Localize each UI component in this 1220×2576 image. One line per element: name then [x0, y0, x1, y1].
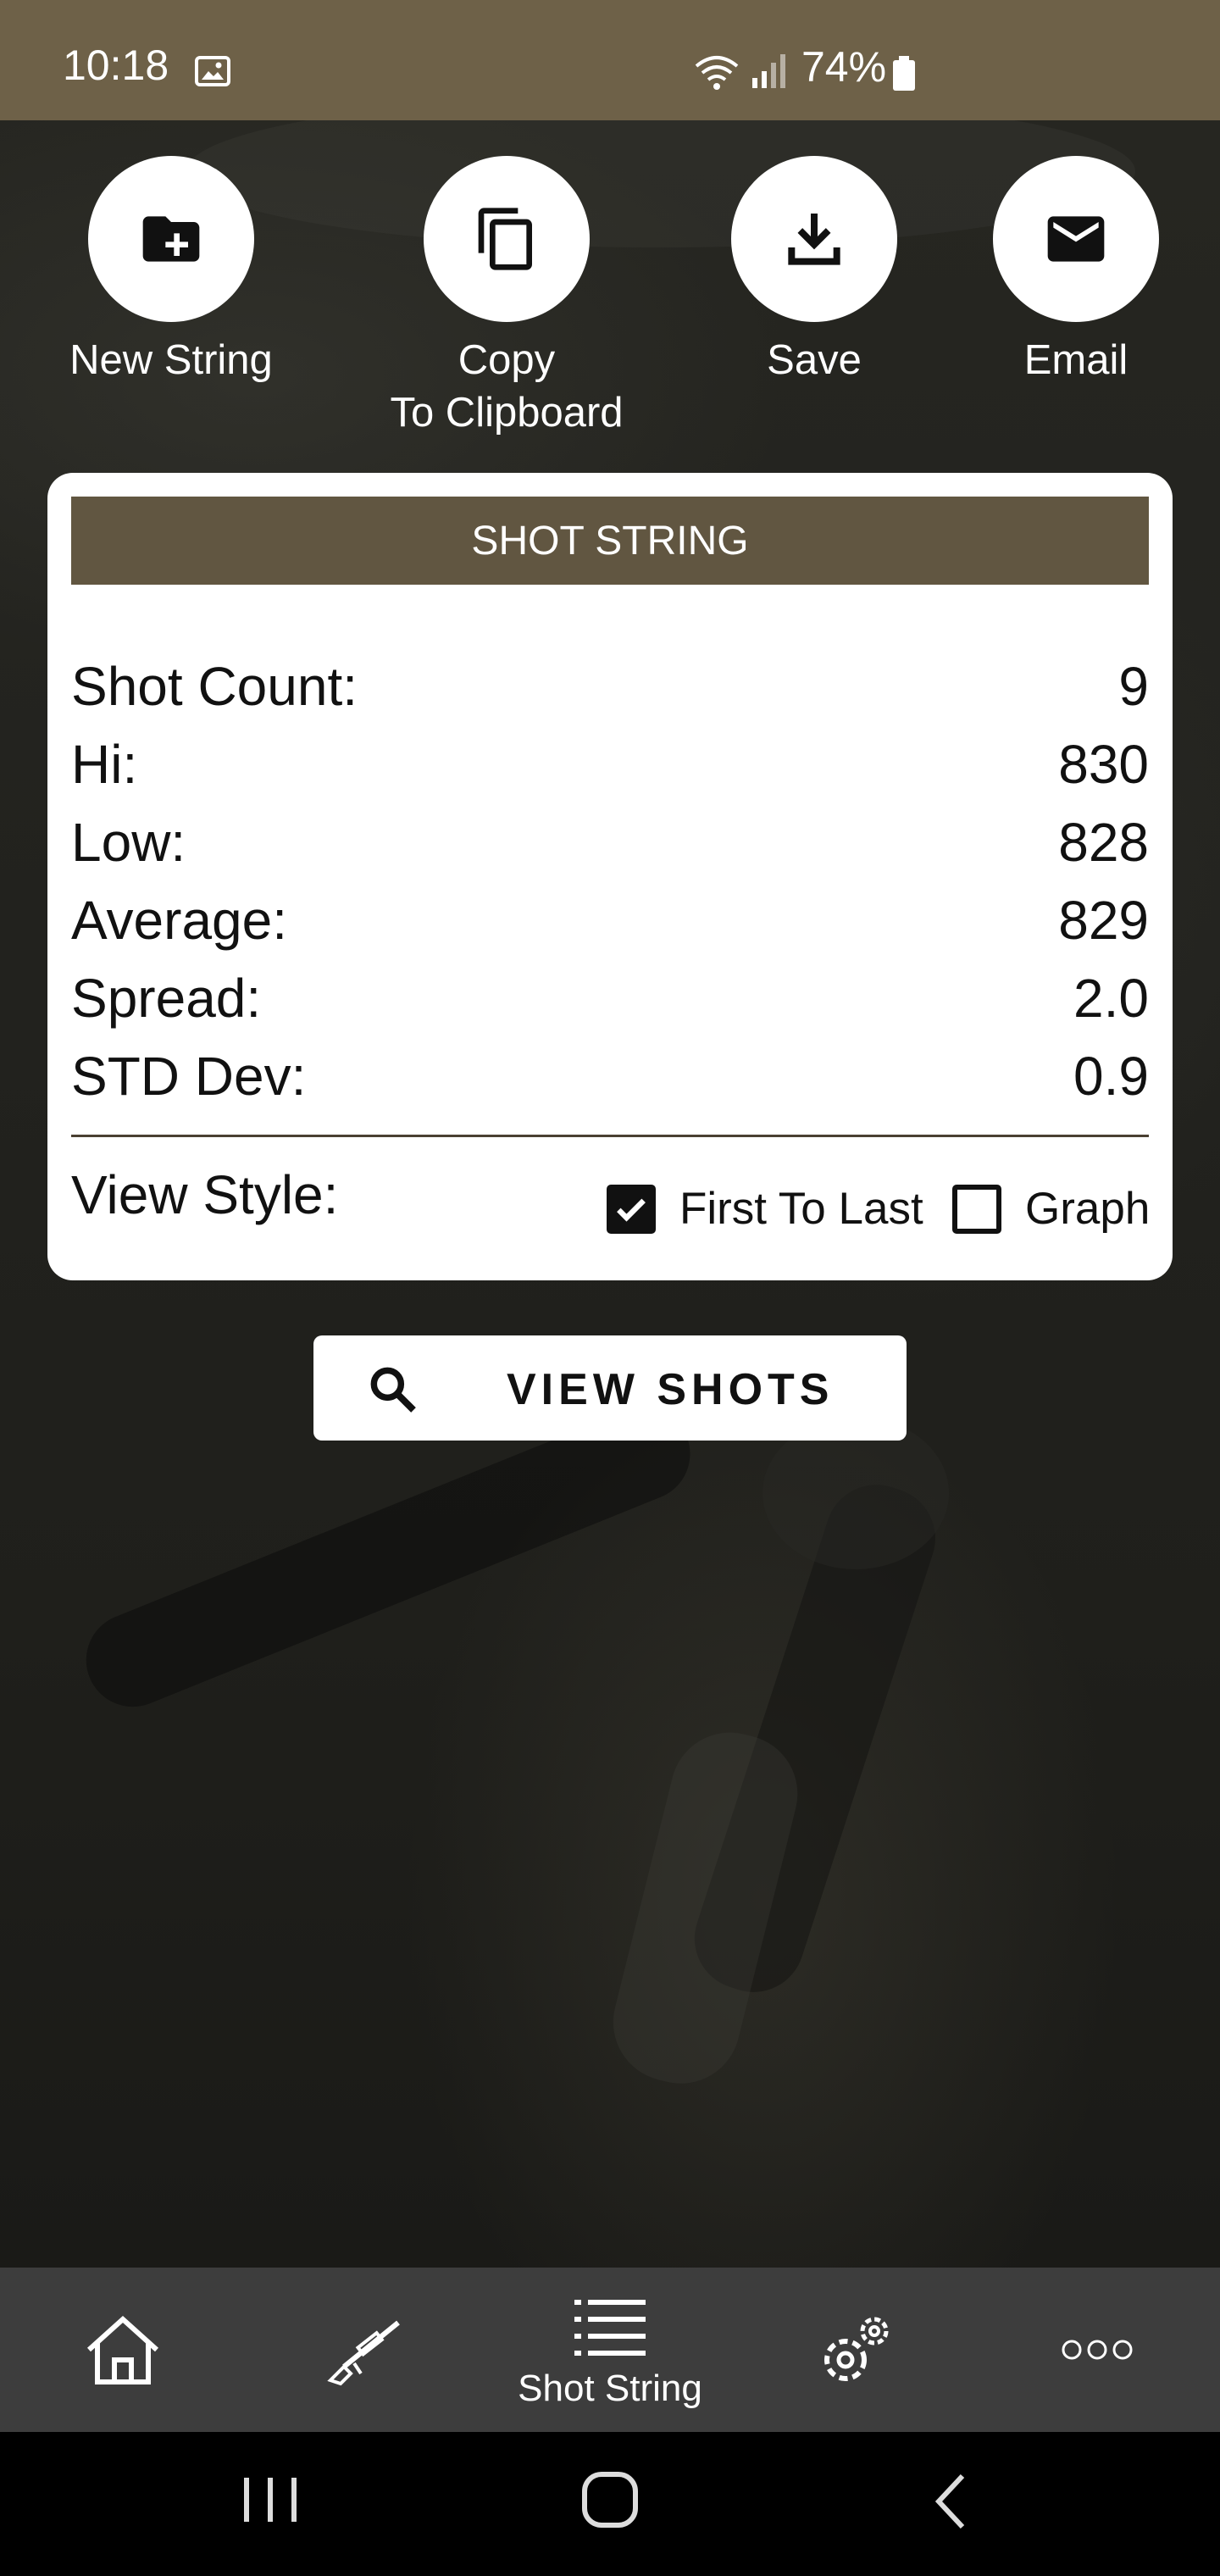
rifle-icon: [327, 2320, 400, 2386]
recents-button[interactable]: [241, 2473, 302, 2527]
email-button[interactable]: [993, 156, 1159, 322]
wifi-icon: [695, 56, 739, 90]
nav-settings[interactable]: [784, 2268, 928, 2432]
signal-icon: [752, 54, 785, 88]
view-shots-label: VIEW SHOTS: [507, 1365, 835, 1414]
stat-value: 0.9: [1073, 1046, 1149, 1107]
stat-value: 830: [1058, 734, 1149, 795]
stat-label: Low:: [71, 812, 186, 873]
copy-label: Copy To Clipboard: [390, 337, 624, 436]
nav-rifle[interactable]: [292, 2268, 436, 2432]
new-string-action: New String: [44, 156, 298, 386]
status-bar: 10:18 74%: [0, 0, 1220, 120]
status-time: 10:18: [63, 42, 169, 89]
graph-label: Graph: [1025, 1184, 1151, 1234]
first-to-last-checkbox[interactable]: [607, 1184, 656, 1234]
stat-label: Shot Count:: [71, 656, 358, 717]
stat-row-spread: Spread: 2.0: [71, 959, 1149, 1037]
nav-shot-string-label: Shot String: [518, 2368, 702, 2409]
nav-shot-string[interactable]: Shot String: [487, 2268, 733, 2432]
system-nav-bar: [0, 2432, 1220, 2576]
battery-icon: [893, 56, 915, 91]
stat-value: 9: [1118, 656, 1149, 717]
list-icon: [574, 2300, 646, 2356]
nav-more[interactable]: [1025, 2268, 1169, 2432]
stat-row-hi: Hi: 830: [71, 725, 1149, 803]
image-icon: [195, 56, 230, 86]
divider: [71, 1135, 1149, 1137]
stat-label: Spread:: [71, 968, 262, 1029]
download-icon: [788, 214, 840, 265]
stat-label: STD Dev:: [71, 1046, 307, 1107]
new-string-label: New String: [69, 337, 273, 383]
search-icon: [370, 1367, 416, 1413]
save-label: Save: [767, 337, 862, 383]
battery-percent: 74%: [801, 43, 887, 91]
stat-label: Hi:: [71, 734, 138, 795]
stat-label: Average:: [71, 890, 287, 951]
shot-string-card: SHOT STRING Shot Count: 9 Hi: 830 Low: 8…: [47, 473, 1173, 1280]
folder-add-icon: [142, 216, 200, 262]
back-button[interactable]: [932, 2471, 969, 2532]
copy-action: Copy To Clipboard: [380, 156, 634, 439]
stat-row-average: Average: 829: [71, 881, 1149, 959]
bottom-nav: Shot String: [0, 2268, 1220, 2432]
home-icon: [86, 2315, 159, 2384]
email-action: Email: [949, 156, 1203, 386]
stat-value: 2.0: [1073, 968, 1149, 1029]
copy-to-clipboard-button[interactable]: [424, 156, 590, 322]
new-string-button[interactable]: [88, 156, 254, 322]
stat-value: 829: [1058, 890, 1149, 951]
nav-home[interactable]: [51, 2268, 195, 2432]
card-header: SHOT STRING: [71, 497, 1149, 585]
stat-row-shot-count: Shot Count: 9: [71, 647, 1149, 725]
copy-icon: [478, 208, 532, 270]
mail-icon: [1047, 216, 1105, 262]
stat-row-std-dev: STD Dev: 0.9: [71, 1037, 1149, 1115]
checkmark-icon: [617, 1198, 646, 1222]
first-to-last-option[interactable]: First To Last: [607, 1183, 923, 1235]
settings-icon: [824, 2317, 889, 2381]
view-shots-button[interactable]: VIEW SHOTS: [313, 1335, 907, 1441]
stat-value: 828: [1058, 812, 1149, 873]
graph-checkbox[interactable]: [952, 1184, 1001, 1234]
stat-row-low: Low: 828: [71, 803, 1149, 881]
email-label: Email: [1023, 337, 1128, 383]
more-icon: [1062, 2340, 1133, 2360]
view-style-label: View Style:: [71, 1164, 339, 1225]
home-button[interactable]: [580, 2469, 640, 2530]
first-to-last-label: First To Last: [679, 1184, 923, 1234]
save-button[interactable]: [731, 156, 897, 322]
graph-option[interactable]: Graph: [952, 1183, 1150, 1235]
save-action: Save: [687, 156, 941, 386]
